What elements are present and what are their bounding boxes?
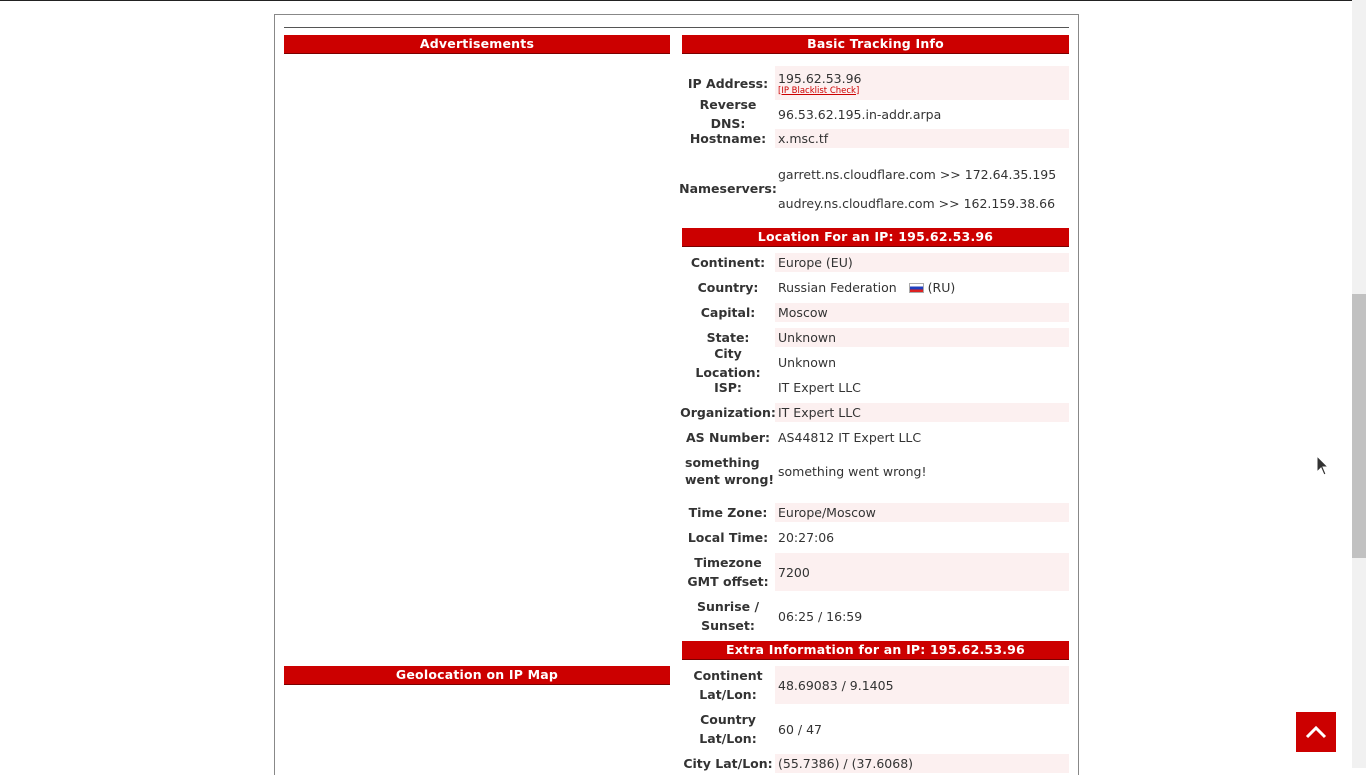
local-time-value: 20:27:06	[778, 530, 835, 545]
city-location-value: Unknown	[778, 355, 837, 370]
hostname-label: Hostname:	[689, 131, 767, 146]
row-nameservers: Nameservers: garrett.ns.cloudflare.com >…	[679, 162, 1069, 214]
organization-value: IT Expert LLC	[775, 403, 1069, 422]
row-isp: ISP: IT Expert LLC	[682, 378, 1069, 397]
scroll-to-top-button[interactable]	[1296, 712, 1336, 752]
isp-value: IT Expert LLC	[778, 380, 861, 395]
country-label: Country:	[697, 280, 759, 295]
row-as-number: AS Number: AS44812 IT Expert LLC	[682, 428, 1069, 447]
continent-latlon-value: 48.69083 / 9.1405	[775, 666, 1069, 704]
row-country-latlon: Country Lat/Lon: 60 / 47	[682, 710, 1069, 748]
row-time-zone: Time Zone: Europe/Moscow	[682, 503, 1069, 522]
row-continent: Continent: Europe (EU)	[682, 253, 1069, 272]
row-organization: Organization: IT Expert LLC	[680, 403, 1069, 422]
local-time-label: Local Time:	[687, 530, 769, 545]
continent-label: Continent:	[690, 255, 766, 270]
error-value: something went wrong!	[778, 463, 927, 479]
nameserver-1: garrett.ns.cloudflare.com >> 172.64.35.1…	[778, 166, 1057, 182]
capital-label: Capital:	[700, 305, 756, 320]
row-gmt-offset: Timezone GMT offset: 7200	[682, 553, 1069, 591]
row-city-latlon: City Lat/Lon: (55.7386) / (37.6068)	[682, 754, 1069, 773]
sunrise-sunset-label: Sunrise / Sunset:	[696, 599, 760, 633]
organization-label: Organization:	[680, 405, 776, 420]
row-city-location: City Location: Unknown	[682, 345, 1069, 380]
sunrise-sunset-value: 06:25 / 16:59	[778, 608, 863, 624]
row-local-time: Local Time: 20:27:06	[682, 528, 1069, 547]
advertisements-header: Advertisements	[284, 35, 670, 54]
extra-info-header: Extra Information for an IP: 195.62.53.9…	[682, 641, 1069, 660]
gmt-offset-label: Timezone GMT offset:	[687, 555, 769, 589]
error-label: something went wrong!	[685, 455, 775, 487]
row-capital: Capital: Moscow	[682, 303, 1069, 322]
russia-flag-icon	[908, 282, 924, 293]
reverse-dns-label: Reverse DNS:	[699, 97, 757, 131]
as-number-value: AS44812 IT Expert LLC	[778, 430, 922, 445]
city-location-label: City Location:	[695, 345, 761, 380]
country-code: (RU)	[927, 280, 956, 295]
scrollbar-thumb[interactable]	[1352, 294, 1366, 558]
mouse-pointer-icon	[1316, 455, 1330, 476]
basic-tracking-header: Basic Tracking Info	[682, 35, 1069, 54]
time-zone-value: Europe/Moscow	[775, 503, 1069, 522]
time-zone-label: Time Zone:	[688, 505, 768, 520]
top-border	[0, 0, 1352, 1]
nameserver-2: audrey.ns.cloudflare.com >> 162.159.38.6…	[778, 195, 1056, 211]
divider	[284, 27, 1069, 28]
row-country: Country: Russian Federation (RU)	[682, 278, 1069, 297]
row-sunrise-sunset: Sunrise / Sunset: 06:25 / 16:59	[682, 597, 1069, 635]
country-value: Russian Federation	[778, 280, 897, 295]
geolocation-header: Geolocation on IP Map	[284, 666, 670, 685]
country-latlon-value: 60 / 47	[778, 721, 822, 737]
city-latlon-value: (55.7386) / (37.6068)	[775, 754, 1069, 773]
city-latlon-label: City Lat/Lon:	[683, 756, 773, 771]
ip-blacklist-check-link[interactable]: [IP Blacklist Check]	[778, 86, 859, 96]
capital-value: Moscow	[775, 303, 1069, 322]
main-content: Advertisements Basic Tracking Info IP Ad…	[274, 14, 1079, 775]
state-value: Unknown	[775, 328, 1069, 347]
row-reverse-dns: Reverse DNS: 96.53.62.195.in-addr.arpa	[682, 97, 1069, 131]
location-header: Location For an IP: 195.62.53.96	[682, 228, 1069, 247]
ip-address-value: 195.62.53.96	[778, 70, 862, 86]
as-number-label: AS Number:	[685, 430, 770, 445]
isp-label: ISP:	[714, 380, 742, 395]
chevron-up-icon	[1305, 725, 1327, 739]
row-hostname: Hostname: x.msc.tf	[682, 129, 1069, 148]
row-continent-latlon: Continent Lat/Lon: 48.69083 / 9.1405	[682, 666, 1069, 704]
country-latlon-label: Country Lat/Lon:	[699, 712, 757, 746]
continent-latlon-label: Continent Lat/Lon:	[693, 668, 763, 702]
nameservers-label: Nameservers:	[679, 180, 777, 196]
row-error: something went wrong! something went wro…	[682, 453, 1069, 489]
reverse-dns-value: 96.53.62.195.in-addr.arpa	[778, 106, 942, 122]
gmt-offset-value: 7200	[775, 553, 1069, 591]
continent-value: Europe (EU)	[775, 253, 1069, 272]
hostname-value: x.msc.tf	[775, 129, 1069, 148]
